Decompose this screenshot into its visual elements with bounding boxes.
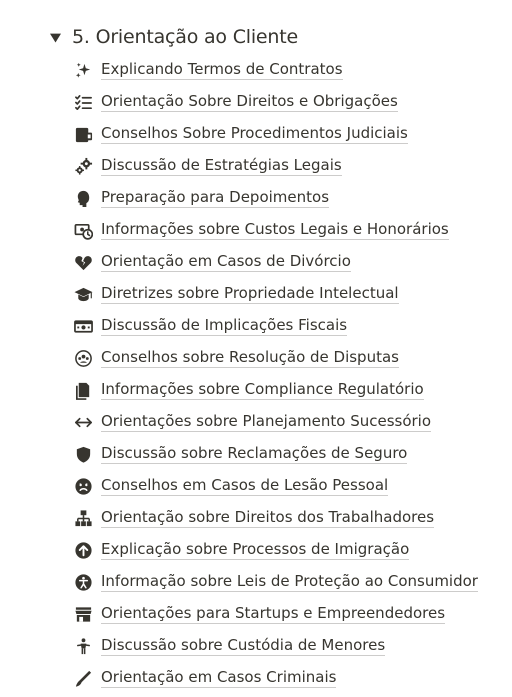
list-item[interactable]: Informações sobre Compliance Regulatório [72,374,502,406]
list-item[interactable]: Explicando Termos de Contratos [72,54,502,86]
folder-icon [72,123,94,145]
storefront-icon [72,603,94,625]
money-clock-icon [72,219,94,241]
accessibility-icon [72,571,94,593]
list-item[interactable]: Diretrizes sobre Propriedade Intelectual [72,278,502,310]
triangle-down-icon[interactable] [48,30,62,44]
list-item-label[interactable]: Orientação em Casos Criminais [101,668,337,688]
list-item[interactable]: Preparação para Depoimentos [72,182,502,214]
list-item[interactable]: Discussão de Estratégias Legais [72,150,502,182]
person-icon [72,635,94,657]
list-item-label[interactable]: Conselhos em Casos de Lesão Pessoal [101,476,389,496]
list-item-label[interactable]: Explicando Termos de Contratos [101,60,343,80]
list-item[interactable]: Orientação sobre Direitos dos Trabalhado… [72,502,502,534]
list-item-label[interactable]: Conselhos sobre Resolução de Disputas [101,348,399,368]
list-item-label[interactable]: Diretrizes sobre Propriedade Intelectual [101,284,399,304]
banknote-icon [72,315,94,337]
list-item-label[interactable]: Discussão de Estratégias Legais [101,156,342,176]
list-item-label[interactable]: Orientação sobre Direitos dos Trabalhado… [101,508,435,528]
sparkles-icon [72,59,94,81]
arrows-horizontal-icon [72,411,94,433]
list-item-label[interactable]: Informações sobre Compliance Regulatório [101,380,424,400]
list-item[interactable]: Discussão sobre Reclamações de Seguro [72,438,502,470]
list-item[interactable]: Conselhos sobre Resolução de Disputas [72,342,502,374]
pencil-icon [72,667,94,689]
list-item[interactable]: Informações sobre Custos Legais e Honorá… [72,214,502,246]
list-item[interactable]: Orientações sobre Planejamento Sucessóri… [72,406,502,438]
list-item[interactable]: Informação sobre Leis de Proteção ao Con… [72,566,502,598]
list-item[interactable]: Discussão de Implicações Fiscais [72,310,502,342]
list-item-label[interactable]: Discussão sobre Reclamações de Seguro [101,444,408,464]
graduation-cap-icon [72,283,94,305]
list-item-label[interactable]: Preparação para Depoimentos [101,188,330,208]
list-item-label[interactable]: Informações sobre Custos Legais e Honorá… [101,220,449,240]
list-item-label[interactable]: Explicação sobre Processos de Imigração [101,540,410,560]
list-item-label[interactable]: Discussão de Implicações Fiscais [101,316,348,336]
list-item-label[interactable]: Orientações sobre Planejamento Sucessóri… [101,412,432,432]
group-circle-icon [72,347,94,369]
speaking-head-icon [72,187,94,209]
documents-icon [72,379,94,401]
list-item-label[interactable]: Orientações para Startups e Empreendedor… [101,604,446,624]
list-item[interactable]: Orientação Sobre Direitos e Obrigações [72,86,502,118]
checklist-icon [72,91,94,113]
list-item[interactable]: Conselhos em Casos de Lesão Pessoal [72,470,502,502]
section-title: 5. Orientação ao Cliente [72,26,298,48]
gears-icon [72,155,94,177]
org-chart-icon [72,507,94,529]
shield-icon [72,443,94,465]
list-item-label[interactable]: Conselhos Sobre Procedimentos Judiciais [101,124,408,144]
list-item[interactable]: Orientação em Casos de Divórcio [72,246,502,278]
broken-heart-icon [72,251,94,273]
list-item[interactable]: Discussão sobre Custódia de Menores [72,630,502,662]
list-item[interactable]: Conselhos Sobre Procedimentos Judiciais [72,118,502,150]
list-item-label[interactable]: Orientação em Casos de Divórcio [101,252,351,272]
list-item[interactable]: Orientação em Casos Criminais [72,662,502,694]
item-list: Explicando Termos de Contratos Orientação… [72,54,502,694]
list-item[interactable]: Explicação sobre Processos de Imigração [72,534,502,566]
list-item-label[interactable]: Informação sobre Leis de Proteção ao Con… [101,572,478,592]
toggle-heading[interactable]: 5. Orientação ao Cliente [48,26,298,48]
list-item-label[interactable]: Discussão sobre Custódia de Menores [101,636,386,656]
list-item-label[interactable]: Orientação Sobre Direitos e Obrigações [101,92,398,112]
list-item[interactable]: Orientações para Startups e Empreendedor… [72,598,502,630]
sad-face-icon [72,475,94,497]
arrow-up-circle-icon [72,539,94,561]
